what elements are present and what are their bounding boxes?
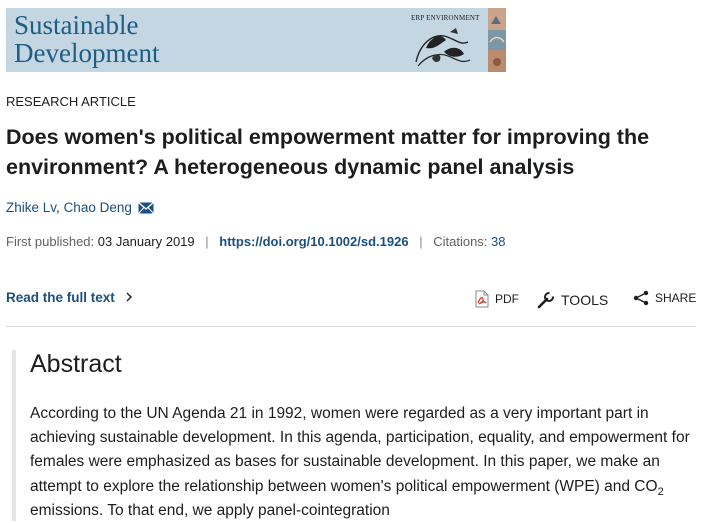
- pdf-icon: [475, 290, 489, 308]
- meta-separator: |: [205, 234, 209, 249]
- wrench-icon: [537, 290, 556, 309]
- pdf-label: PDF: [495, 292, 519, 306]
- partner-label: ERP ENVIRONMENT: [411, 14, 480, 22]
- doi-link[interactable]: https://doi.org/10.1002/sd.1926: [219, 234, 408, 249]
- article-title: Does women's political empowerment matte…: [6, 125, 650, 179]
- share-icon: [633, 290, 649, 306]
- journal-title: Sustainable Development: [14, 11, 159, 67]
- journal-title-line2: Development: [14, 38, 160, 68]
- journal-banner[interactable]: Sustainable Development ERP ENVIRONMENT: [6, 8, 506, 72]
- published-label: First published:: [6, 234, 95, 249]
- journal-title-line1: Sustainable: [14, 10, 139, 40]
- tools-button[interactable]: TOOLS: [536, 290, 608, 310]
- author-list: Zhike Lv, Chao Deng: [6, 200, 154, 215]
- erp-logo-icon: [415, 28, 471, 67]
- citations-label: Citations:: [433, 234, 488, 249]
- author-link[interactable]: Chao Deng: [64, 200, 132, 215]
- publication-meta: First published: 03 January 2019 | https…: [6, 234, 506, 249]
- abstract-text-part2: emissions. To that end, we apply panel-c…: [30, 501, 390, 519]
- abstract-subscript: 2: [657, 485, 664, 498]
- citations-count-link[interactable]: 38: [491, 234, 505, 249]
- abstract-text-part1: According to the UN Agenda 21 in 1992, w…: [30, 405, 690, 495]
- chevron-right-icon: [125, 290, 133, 305]
- pdf-button[interactable]: PDF: [474, 290, 519, 308]
- article-type: RESEARCH ARTICLE: [6, 94, 136, 109]
- cover-thumbnail-icon: [488, 8, 506, 72]
- share-button[interactable]: SHARE: [632, 290, 696, 306]
- tools-label: TOOLS: [561, 292, 609, 308]
- published-date: 03 January 2019: [97, 234, 195, 249]
- author-separator: ,: [56, 200, 60, 215]
- mail-icon[interactable]: [137, 202, 154, 214]
- share-label: SHARE: [655, 291, 697, 305]
- abstract-accent-bar: [12, 350, 16, 521]
- abstract-text: According to the UN Agenda 21 in 1992, w…: [30, 402, 692, 523]
- abstract-heading: Abstract: [30, 350, 122, 378]
- read-full-text-link[interactable]: Read the full text: [6, 290, 133, 305]
- author-link[interactable]: Zhike Lv: [6, 200, 56, 215]
- section-divider: [6, 326, 696, 327]
- meta-separator: |: [419, 234, 423, 249]
- read-full-text-label: Read the full text: [6, 290, 115, 305]
